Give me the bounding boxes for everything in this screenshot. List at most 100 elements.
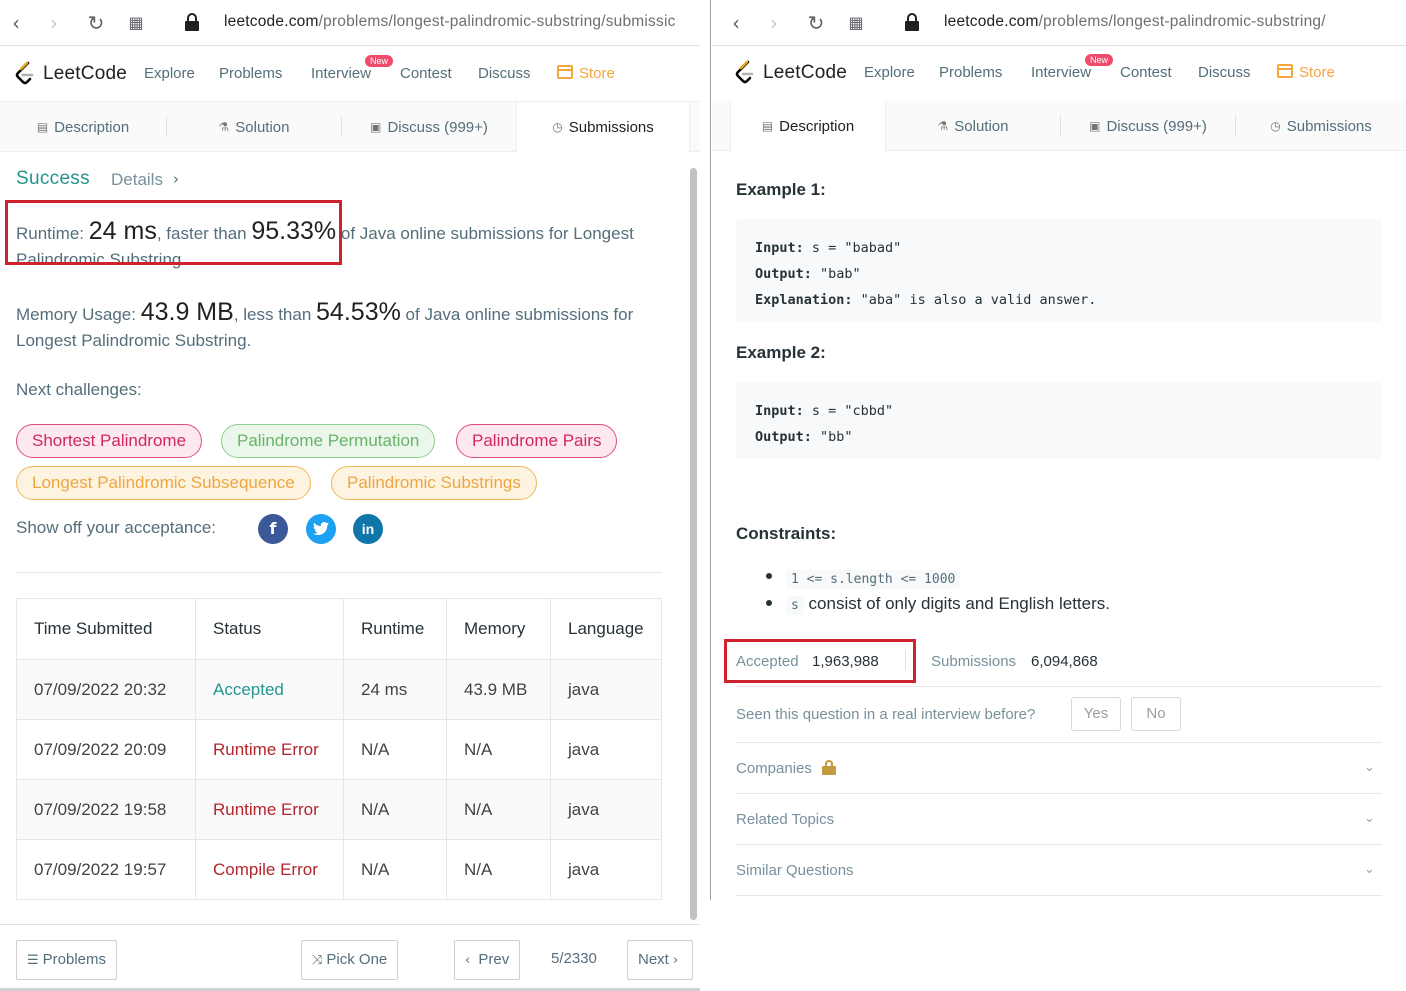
tab-submissions[interactable]: ◷ Submissions (516, 102, 690, 153)
related-topics-section[interactable]: Related Topics (736, 811, 834, 828)
nav-discuss[interactable]: Discuss (1198, 64, 1251, 81)
challenge-shortest-palindrome[interactable]: Shortest Palindrome (16, 424, 203, 458)
col-language: Language (550, 598, 662, 660)
prev-button[interactable]: ‹ Prev (454, 940, 521, 980)
next-button[interactable]: Next › (627, 940, 694, 980)
description-icon: ▤ (761, 119, 774, 133)
tab-solution[interactable]: ⚗ Solution (886, 101, 1060, 151)
tab-discuss[interactable]: ▣ Discuss (999+) (1061, 101, 1235, 151)
flask-icon: ⚗ (218, 120, 230, 134)
tab-discuss[interactable]: ▣ Discuss (999+) (342, 102, 516, 152)
tab-label: Submissions (1286, 118, 1372, 135)
no-button[interactable]: No (1131, 697, 1181, 731)
problem-tabs: ▤ Description ⚗ Solution ▣ Discuss (999+) ◷… (712, 101, 1406, 152)
tab-description[interactable]: ▤ Description (0, 102, 166, 152)
nav-interview[interactable]: Interview (1031, 64, 1091, 81)
highlight-box (724, 639, 916, 683)
companies-section[interactable]: Companies (736, 760, 836, 777)
forward-icon[interactable]: › (762, 11, 786, 35)
nav-problems[interactable]: Problems (939, 64, 1002, 81)
lock-icon (821, 760, 836, 775)
cell-status[interactable]: Runtime Error (195, 779, 344, 840)
challenge-longest-palindromic-subsequence[interactable]: Longest Palindromic Subsequence (16, 466, 311, 500)
details-link[interactable]: Details (111, 170, 163, 190)
challenge-palindrome-permutation[interactable]: Palindrome Permutation (221, 424, 436, 458)
table-header-row: Time Submitted Status Runtime Memory Lan… (16, 598, 662, 660)
cell-memory: 43.9 MB (446, 659, 551, 720)
bottom-toolbar: ☰ Problems ⤨ Pick One ‹ Prev 5/2330 Next › (0, 924, 700, 991)
nav-contest[interactable]: Contest (400, 65, 452, 82)
linkedin-icon[interactable]: in (353, 514, 383, 544)
constraint-2-code: s (786, 596, 804, 615)
cell-status[interactable]: Accepted (195, 659, 344, 720)
logo-text: LeetCode (763, 62, 848, 83)
address-bar[interactable]: leetcode.com/problems/longest-palindromi… (944, 13, 1326, 31)
lock-icon[interactable] (185, 13, 199, 31)
nav-explore[interactable]: Explore (864, 64, 915, 81)
flask-icon: ⚗ (937, 119, 949, 133)
store-icon (1277, 64, 1293, 78)
result-status: Success (16, 168, 90, 189)
page-counter: 5/2330 (551, 950, 597, 967)
table-row: 07/09/2022 20:09 Runtime Error N/A N/A j… (16, 719, 662, 780)
tabs-grid-icon[interactable]: ▦ (124, 11, 148, 35)
nav-interview[interactable]: Interview (311, 65, 371, 82)
problem-tabs: ▤ Description ⚗ Solution ▣ Discuss (999+) ◷… (0, 102, 700, 153)
next-challenges-label: Next challenges: (16, 380, 142, 399)
problems-button[interactable]: ☰ Problems (16, 940, 118, 980)
yes-button[interactable]: Yes (1071, 697, 1121, 731)
back-icon[interactable]: ‹ (724, 11, 748, 35)
cell-language: java (550, 659, 662, 720)
challenge-palindromic-substrings[interactable]: Palindromic Substrings (331, 466, 537, 500)
nav-store[interactable]: Store (557, 65, 615, 82)
reload-icon[interactable]: ↻ (84, 11, 108, 35)
back-icon[interactable]: ‹ (4, 11, 28, 35)
url-path: /problems/longest-palindromic-substring/… (318, 13, 676, 30)
tab-label: Solution (235, 119, 290, 136)
right-window: ‹ › ↻ ▦ leetcode.com/problems/longest-pa… (712, 0, 1406, 991)
memory-prefix: Memory Usage: (16, 305, 141, 324)
nav-contest[interactable]: Contest (1120, 64, 1172, 81)
pick-one-button[interactable]: ⤨ Pick One (301, 940, 399, 980)
lock-icon[interactable] (905, 13, 919, 31)
col-memory: Memory (446, 598, 551, 660)
comment-icon: ▣ (370, 120, 382, 134)
example-1-title: Example 1: (736, 180, 826, 199)
nav-explore[interactable]: Explore (144, 65, 195, 82)
browser-toolbar: ‹ › ↻ ▦ leetcode.com/problems/longest-pa… (0, 0, 700, 46)
chevron-down-icon[interactable]: ⌄ (1364, 811, 1376, 826)
cell-status[interactable]: Compile Error (195, 839, 344, 900)
twitter-icon[interactable] (306, 514, 336, 544)
chevron-left-icon: ‹ (465, 953, 471, 968)
constraint-2: s consist of only digits and English let… (786, 594, 1110, 615)
reload-icon[interactable]: ↻ (804, 11, 828, 35)
chevron-down-icon[interactable]: ⌄ (1364, 862, 1376, 877)
cell-status[interactable]: Runtime Error (195, 719, 344, 780)
col-runtime: Runtime (343, 598, 447, 660)
similar-questions-section[interactable]: Similar Questions (736, 862, 854, 879)
cell-language: java (550, 839, 662, 900)
scrollbar[interactable] (690, 168, 697, 920)
cell-memory: N/A (446, 719, 551, 780)
share-label: Show off your acceptance: (16, 518, 217, 537)
chevron-down-icon[interactable]: ⌄ (1364, 760, 1376, 775)
input-value: s = "cbbd" (803, 403, 894, 419)
forward-icon[interactable]: › (42, 11, 66, 35)
cell-language: java (550, 719, 662, 780)
store-icon (557, 65, 573, 79)
nav-problems[interactable]: Problems (219, 65, 282, 82)
site-header: LeetCode Explore Problems Interview New … (0, 46, 700, 102)
explanation-value: "aba" is also a valid answer. (852, 292, 1097, 308)
chevron-right-icon[interactable]: › (173, 170, 179, 188)
tab-solution[interactable]: ⚗ Solution (167, 102, 341, 152)
cell-time: 07/09/2022 19:58 (16, 779, 196, 840)
tabs-grid-icon[interactable]: ▦ (844, 11, 868, 35)
memory-percentile: 54.53% (316, 298, 401, 326)
tab-description[interactable]: ▤ Description (730, 101, 886, 152)
address-bar[interactable]: leetcode.com/problems/longest-palindromi… (224, 13, 676, 31)
challenge-palindrome-pairs[interactable]: Palindrome Pairs (456, 424, 618, 458)
facebook-icon[interactable]: f (258, 514, 288, 544)
nav-store[interactable]: Store (1277, 64, 1335, 81)
nav-discuss[interactable]: Discuss (478, 65, 531, 82)
tab-submissions[interactable]: ◷ Submissions (1236, 101, 1406, 151)
